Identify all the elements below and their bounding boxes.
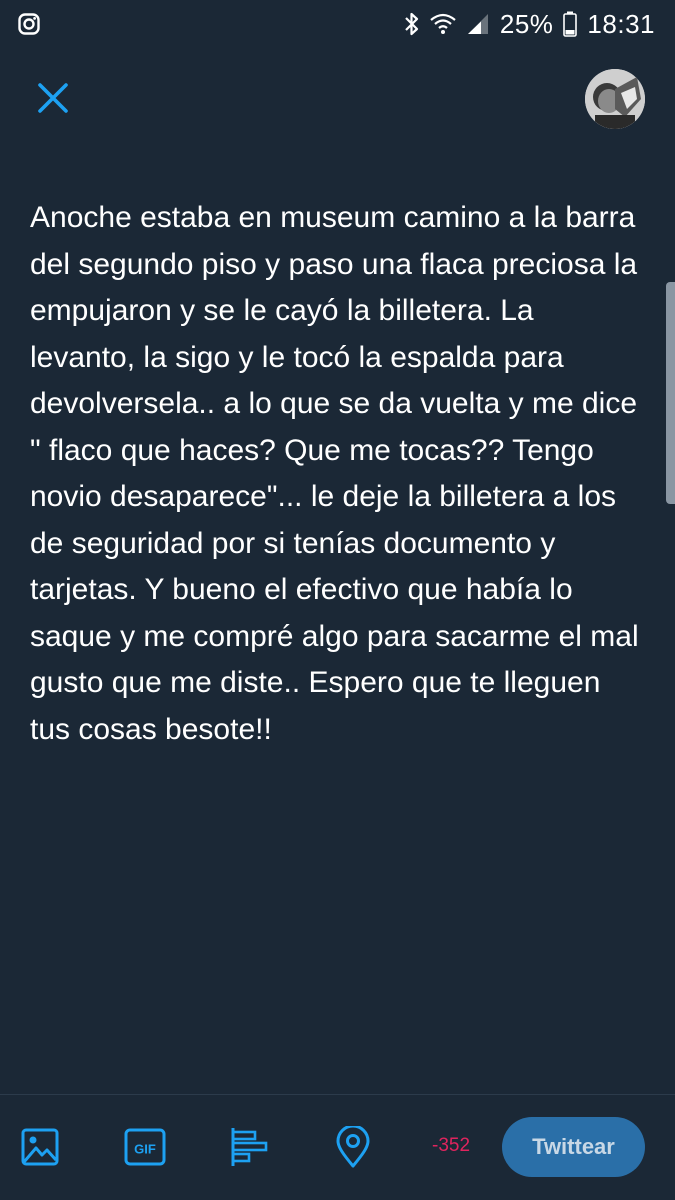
- bluetooth-icon: [404, 12, 420, 36]
- close-button[interactable]: [30, 75, 76, 121]
- add-poll-button[interactable]: [228, 1125, 272, 1169]
- location-icon: [336, 1126, 370, 1168]
- wifi-icon: [430, 13, 456, 35]
- close-icon: [38, 83, 68, 113]
- status-left: [18, 13, 40, 35]
- scrollbar[interactable]: [666, 282, 675, 504]
- battery-percent: 25%: [499, 8, 554, 39]
- profile-avatar[interactable]: [585, 69, 645, 129]
- poll-icon: [231, 1128, 268, 1166]
- avatar-image: [585, 69, 645, 129]
- add-location-button[interactable]: [331, 1125, 375, 1169]
- status-right: 25% 18:31: [404, 9, 655, 40]
- compose-screen: 25% 18:31 Anoche estaba en museum camino…: [0, 0, 675, 1200]
- character-counter: -352: [432, 1135, 471, 1156]
- add-gif-button[interactable]: GIF: [123, 1125, 167, 1169]
- image-icon: [21, 1128, 59, 1166]
- status-bar: 25% 18:31: [0, 0, 675, 48]
- compose-toolbar: GIF -352 Twittear: [0, 1095, 675, 1200]
- instagram-icon: [18, 13, 40, 35]
- tweet-compose-text[interactable]: Anoche estaba en museum camino a la barr…: [30, 195, 640, 753]
- tweet-button[interactable]: Twittear: [502, 1117, 645, 1177]
- signal-icon: [466, 13, 490, 35]
- add-image-button[interactable]: [18, 1125, 62, 1169]
- battery-icon: [563, 11, 578, 37]
- gif-label: GIF: [134, 1142, 156, 1157]
- clock: 18:31: [587, 8, 655, 39]
- gif-icon: GIF: [124, 1128, 166, 1166]
